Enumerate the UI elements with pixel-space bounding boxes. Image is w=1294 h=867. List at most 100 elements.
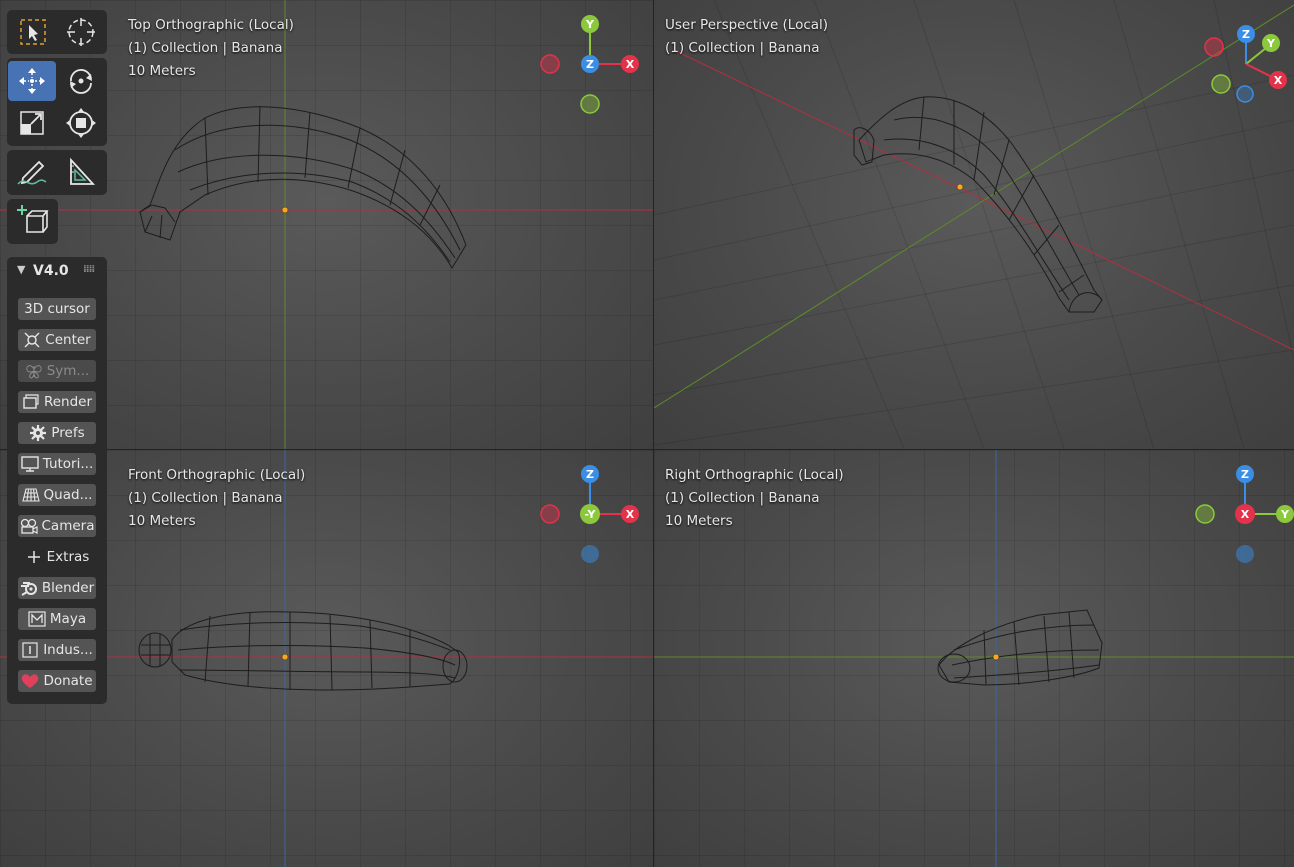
object-origin bbox=[281, 206, 289, 214]
viewport-divider-horizontal[interactable] bbox=[0, 449, 1294, 450]
button-label: Extras bbox=[46, 549, 90, 565]
plus-icon bbox=[25, 549, 43, 565]
viewport-divider-vertical[interactable] bbox=[653, 0, 654, 867]
panel-header[interactable]: ▼ V4.0 ⁞⁞⁞⁞ bbox=[7, 257, 107, 285]
rotate-tool[interactable] bbox=[57, 61, 105, 101]
y-axis-line bbox=[654, 4, 1294, 409]
neg-x-handle bbox=[540, 504, 560, 524]
cursor-icon bbox=[67, 18, 95, 46]
industry-keymap-button[interactable]: Indus... bbox=[18, 639, 96, 661]
view-name: Right Orthographic (Local) bbox=[665, 467, 844, 483]
view-name: User Perspective (Local) bbox=[665, 17, 829, 33]
measure-icon bbox=[70, 157, 96, 185]
button-label: Donate bbox=[43, 673, 93, 689]
object-origin bbox=[956, 183, 964, 191]
neg-y-handle bbox=[1195, 504, 1215, 524]
navigation-gizmo: Z Y X bbox=[1204, 25, 1287, 103]
navigation-gizmo: Z X Y bbox=[1195, 465, 1294, 563]
gizmo-z-label: Z bbox=[1242, 28, 1250, 41]
neg-y-handle bbox=[580, 94, 600, 114]
industry-i-icon bbox=[21, 642, 39, 658]
annotate-icon bbox=[17, 160, 47, 185]
butterfly-icon bbox=[25, 363, 43, 379]
neg-x-handle bbox=[1204, 37, 1224, 57]
gizmo-up-label: Y bbox=[585, 18, 595, 31]
chevron-down-icon[interactable]: ▼ bbox=[17, 263, 25, 276]
center-icon bbox=[23, 332, 41, 348]
transform-tool[interactable] bbox=[57, 103, 105, 143]
banana-wireframe bbox=[139, 105, 467, 269]
viewport-info: Front Orthographic (Local) (1) Collectio… bbox=[128, 464, 305, 533]
perspective-scene: Z Y X bbox=[654, 0, 1294, 449]
quad-view-button[interactable]: Quad... bbox=[18, 484, 96, 506]
button-label: Camera bbox=[41, 518, 95, 534]
camera-button[interactable]: Camera bbox=[18, 515, 96, 537]
heart-icon bbox=[21, 673, 39, 689]
collection-name: (1) Collection | Banana bbox=[665, 40, 820, 56]
move-tool[interactable] bbox=[8, 61, 56, 101]
panel-version: V4.0 bbox=[33, 263, 69, 279]
perspective-grid bbox=[654, 0, 1294, 449]
toolbar-transform-group bbox=[7, 58, 107, 146]
object-origin bbox=[992, 653, 1000, 661]
neg-z-handle bbox=[581, 545, 599, 563]
maya-keymap-button[interactable]: Maya bbox=[18, 608, 96, 630]
donate-button[interactable]: Donate bbox=[18, 670, 96, 692]
measure-tool[interactable] bbox=[57, 152, 105, 192]
render-icon bbox=[22, 394, 40, 410]
button-label: 3D cursor bbox=[24, 301, 90, 317]
banana-wireframe bbox=[138, 611, 468, 691]
3d-cursor-button[interactable]: 3D cursor bbox=[18, 298, 96, 320]
symmetry-button[interactable]: Sym... bbox=[18, 360, 96, 382]
gizmo-y-label: Y bbox=[1266, 37, 1276, 50]
gizmo-up-label: Z bbox=[586, 468, 594, 481]
view-name: Top Orthographic (Local) bbox=[128, 17, 294, 33]
button-label: Quad... bbox=[43, 487, 93, 503]
cursor-tool[interactable] bbox=[57, 12, 105, 52]
button-label: Prefs bbox=[51, 425, 85, 441]
gizmo-center-label: Z bbox=[586, 58, 594, 71]
add-cube-tool[interactable] bbox=[8, 201, 56, 241]
button-label: Tutori... bbox=[42, 456, 94, 472]
render-button[interactable]: Render bbox=[18, 391, 96, 413]
move-icon bbox=[19, 68, 45, 94]
blender-keymap-button[interactable]: Blender bbox=[18, 577, 96, 599]
camera-icon bbox=[20, 518, 38, 534]
center-button[interactable]: Center bbox=[18, 329, 96, 351]
gizmo-center-label: X bbox=[1241, 508, 1250, 521]
scale-tool[interactable] bbox=[8, 103, 56, 143]
grid-scale: 10 Meters bbox=[128, 513, 196, 529]
transform-icon bbox=[66, 108, 96, 138]
neg-z-handle bbox=[1236, 545, 1254, 563]
grid-plane-icon bbox=[21, 487, 40, 503]
view-name: Front Orthographic (Local) bbox=[128, 467, 306, 483]
rotate-icon bbox=[70, 69, 92, 94]
toolbar-add-group bbox=[7, 199, 58, 244]
collection-name: (1) Collection | Banana bbox=[128, 40, 283, 56]
drag-grip-icon[interactable]: ⁞⁞⁞⁞ bbox=[83, 264, 95, 275]
scale-icon bbox=[20, 111, 44, 135]
button-label: Render bbox=[43, 394, 93, 410]
quick-menu-panel: ▼ V4.0 ⁞⁞⁞⁞ 3D cursor Center Sym... Rend… bbox=[7, 257, 107, 704]
prefs-button[interactable]: Prefs bbox=[18, 422, 96, 444]
add-cube-icon bbox=[17, 205, 49, 233]
gizmo-right-label: Y bbox=[1280, 508, 1290, 521]
object-origin bbox=[281, 653, 289, 661]
collection-name: (1) Collection | Banana bbox=[665, 490, 820, 506]
button-label: Blender bbox=[41, 580, 95, 596]
viewport-info: Top Orthographic (Local) (1) Collection … bbox=[128, 14, 294, 83]
tutorials-button[interactable]: Tutori... bbox=[18, 453, 96, 475]
navigation-gizmo: Y Z X bbox=[540, 15, 639, 114]
viewport-info: User Perspective (Local) (1) Collection … bbox=[665, 14, 828, 60]
button-label: Center bbox=[45, 332, 91, 348]
monitor-icon bbox=[21, 456, 39, 472]
gizmo-x-label: X bbox=[1274, 74, 1283, 87]
select-box-tool[interactable] bbox=[9, 12, 57, 52]
extras-button[interactable]: Extras bbox=[18, 546, 96, 568]
maya-m-icon bbox=[28, 611, 46, 627]
viewport-right-ortho[interactable]: Z X Y Right Orthographic (Local) (1) Col… bbox=[654, 450, 1294, 867]
toolbar-select-group bbox=[7, 10, 107, 54]
toolbar-annotate-group bbox=[7, 150, 107, 195]
viewport-user-perspective[interactable]: Z Y X User Perspective (Local) (1) Colle… bbox=[654, 0, 1294, 449]
annotate-tool[interactable] bbox=[8, 152, 56, 192]
